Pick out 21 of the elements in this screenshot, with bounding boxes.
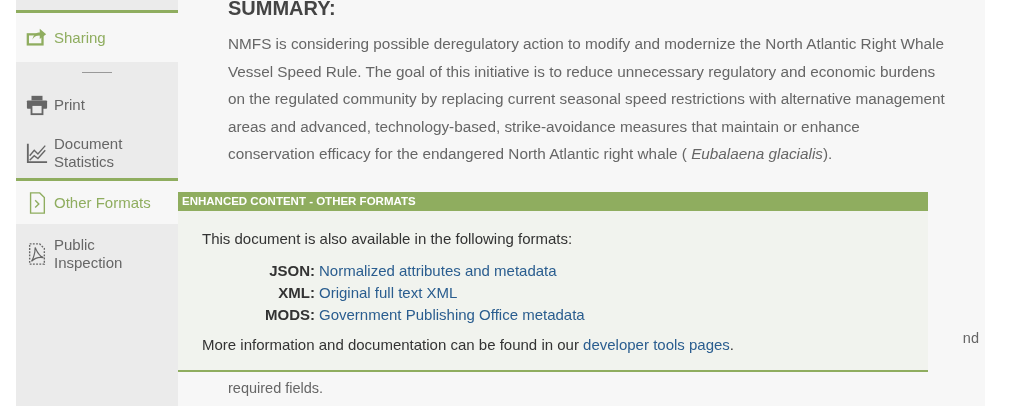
sidebar-item[interactable]: Public Inspection	[16, 228, 178, 280]
footer-text: More information and documentation can be found in our developer tools pages.	[202, 334, 736, 355]
developer-tools-link[interactable]: developer tools pages	[583, 335, 730, 353]
format-link[interactable]: Original full text XML	[319, 283, 458, 301]
format-link[interactable]: Normalized attributes and metadata	[319, 261, 557, 279]
summary-paragraph: NMFS is considering possible deregulatory action to modify and modernize the North Atlantic Right Whale Vessel Speed Rule. The goal of this initiative is to reduce unnecessary regulatory and economic burdens on the regulated community by replacing current seasonal speed restrictions with alternative management areas and advanced, technology-based, strike-avoidance measures that maintain or enhance conservation efficacy for the endangered North Atlantic right whale ( Eubalaena glacialis).	[228, 34, 946, 165]
body-text: required fields.	[228, 378, 325, 398]
format-label: JSON:	[269, 260, 315, 281]
text-fragment: nd	[962, 329, 979, 346]
share-icon	[26, 26, 48, 49]
format-link[interactable]: Government Publishing Office metadata	[319, 305, 585, 323]
sidebar-item[interactable]: Document Statistics	[16, 128, 178, 178]
sidebar-item[interactable]: Print	[16, 82, 178, 128]
panel-title: ENHANCED CONTENT - OTHER FORMATS	[178, 192, 928, 211]
format-label: XML:	[278, 282, 315, 303]
line-chart-icon	[26, 142, 48, 164]
intro-text: This document is also available in the following formats:	[202, 229, 574, 249]
pdf-file-icon	[26, 243, 48, 265]
format-label: MODS:	[265, 304, 315, 325]
printer-icon	[26, 94, 48, 116]
section-heading: SUMMARY:	[228, 0, 337, 20]
